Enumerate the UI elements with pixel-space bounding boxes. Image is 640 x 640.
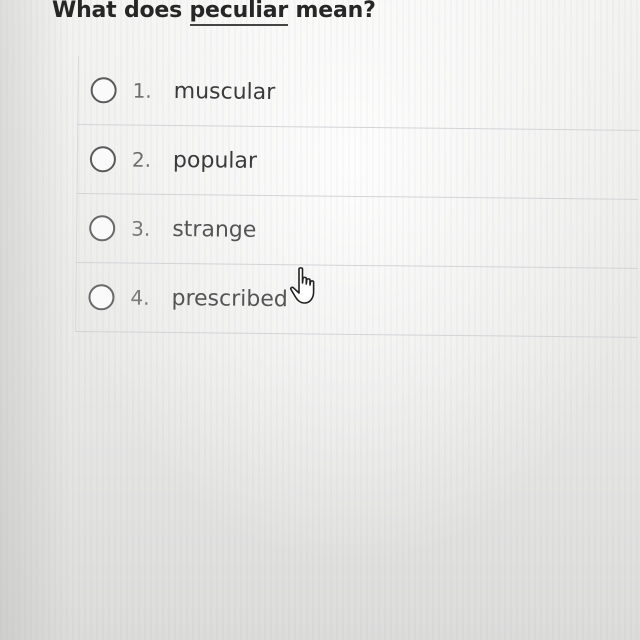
answer-options: 1. muscular 2. popular 3. strange 4. pre… (75, 56, 640, 338)
option-number: 2. (131, 147, 152, 172)
answer-option-1[interactable]: 1. muscular (77, 56, 640, 131)
radio-button-2[interactable] (89, 146, 117, 173)
question-suffix: mean? (288, 0, 376, 23)
option-label: prescribed (171, 285, 288, 312)
option-number: 4. (130, 285, 150, 310)
option-label: strange (172, 216, 257, 243)
question-keyword: peculiar (189, 0, 288, 26)
radio-button-3[interactable] (89, 215, 116, 242)
answer-option-2[interactable]: 2. popular (76, 124, 640, 200)
left-shadow (0, 0, 70, 640)
option-label: popular (172, 147, 258, 174)
question-heading: What does peculiar mean? (52, 0, 376, 26)
option-number: 3. (131, 216, 151, 241)
question-prefix: What does (52, 0, 190, 23)
option-number: 1. (132, 78, 152, 103)
answer-option-3[interactable]: 3. strange (75, 193, 639, 269)
answer-option-4[interactable]: 4. prescribed (75, 262, 638, 338)
radio-button-1[interactable] (90, 77, 117, 104)
radio-button-4[interactable] (88, 284, 115, 311)
option-label: muscular (173, 78, 276, 105)
